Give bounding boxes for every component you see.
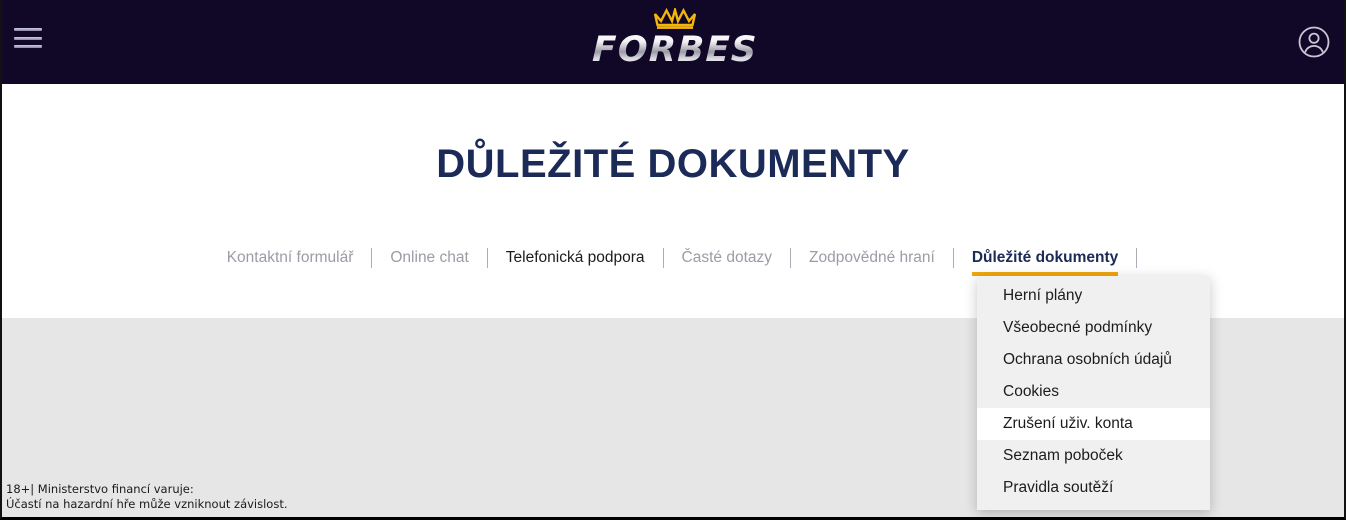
site-header: FORBES — [2, 0, 1344, 84]
dropdown-item-pravidla-soutezi[interactable]: Pravidla soutěží — [977, 472, 1210, 504]
account-circle-icon[interactable] — [1294, 22, 1334, 62]
page-root: FORBES DŮLEŽITÉ DOKUMENTY Kontaktní form… — [0, 0, 1346, 520]
dropdown-item-label: Seznam poboček — [1003, 447, 1123, 464]
support-tab-nav: Kontaktní formulář Online chat Telefonic… — [2, 240, 1344, 276]
hamburger-menu-icon[interactable] — [14, 26, 44, 50]
dropdown-item-label: Všeobecné podmínky — [1003, 319, 1153, 336]
legal-warning-line-2: Účastí na hazardní hře může vzniknout zá… — [6, 496, 288, 511]
tab-label: Online chat — [390, 249, 469, 266]
dropdown-item-label: Zrušení uživ. konta — [1003, 415, 1133, 432]
site-logo[interactable]: FORBES — [560, 8, 790, 72]
hamburger-bar — [14, 36, 42, 40]
dropdown-item-seznam-pobocek[interactable]: Seznam poboček — [977, 440, 1210, 472]
dropdown-item-label: Pravidla soutěží — [1003, 479, 1114, 496]
tab-label: Důležité dokumenty — [971, 249, 1119, 266]
page-title: DŮLEŽITÉ DOKUMENTY — [436, 142, 910, 186]
hamburger-bar — [14, 45, 42, 48]
dropdown-item-zruseni-uziv-konta[interactable]: Zrušení uživ. konta — [977, 408, 1210, 440]
tab-label: Telefonická podpora — [505, 249, 645, 266]
dropdown-item-ochrana-osobnich-udaju[interactable]: Ochrana osobních údajů — [977, 344, 1210, 376]
brand-wordmark: FORBES — [559, 30, 790, 70]
dropdown-item-label: Cookies — [1003, 383, 1059, 400]
tab-label: Časté dotazy — [681, 249, 773, 266]
dropdown-item-cookies[interactable]: Cookies — [977, 376, 1210, 408]
dropdown-item-herni-plany[interactable]: Herní plány — [977, 280, 1210, 312]
hamburger-bar — [14, 28, 42, 31]
dropdown-item-label: Herní plány — [1003, 287, 1083, 304]
tab-dulezite-dokumenty[interactable]: Důležité dokumenty — [954, 240, 1136, 276]
crown-icon — [653, 8, 697, 29]
legal-warning: 18+| Ministerstvo financí varuje: Účastí… — [6, 482, 288, 511]
dulezite-dokumenty-dropdown: Herní plány Všeobecné podmínky Ochrana o… — [977, 276, 1210, 510]
legal-warning-line-1: 18+| Ministerstvo financí varuje: — [6, 482, 194, 496]
tab-caste-dotazy[interactable]: Časté dotazy — [664, 240, 790, 276]
tab-online-chat[interactable]: Online chat — [372, 240, 486, 276]
tab-separator — [1136, 248, 1138, 268]
tab-kontaktni-formular[interactable]: Kontaktní formulář — [209, 240, 372, 276]
tab-label: Zodpovědné hraní — [809, 249, 935, 266]
dropdown-item-vseobecne-podminky[interactable]: Všeobecné podmínky — [977, 312, 1210, 344]
tab-zodpovedne-hrani[interactable]: Zodpovědné hraní — [791, 240, 953, 276]
tab-label: Kontaktní formulář — [226, 249, 354, 266]
tab-telefonicka-podpora[interactable]: Telefonická podpora — [488, 240, 663, 276]
dropdown-item-label: Ochrana osobních údajů — [1003, 351, 1172, 368]
